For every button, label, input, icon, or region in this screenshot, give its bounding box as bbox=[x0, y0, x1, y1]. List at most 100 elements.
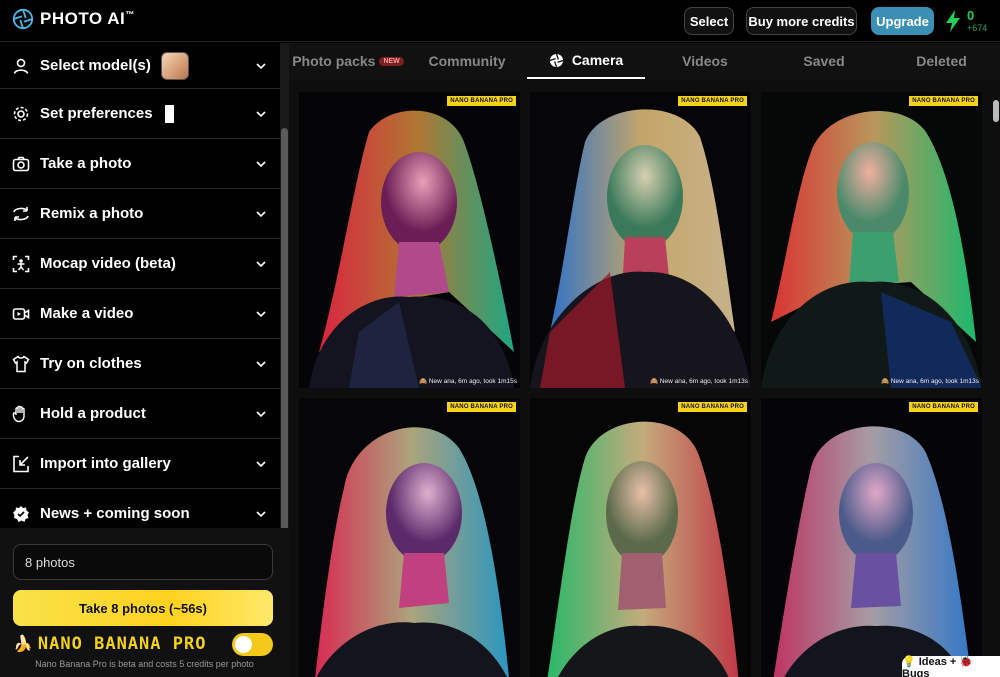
sidebar-item-try-clothes[interactable]: Try on clothes bbox=[0, 339, 280, 389]
shirt-icon bbox=[12, 354, 30, 373]
photo-caption: 🙈 New ana, 6m ago, took 1m13s bbox=[649, 378, 748, 385]
app-name: PHOTO AI™ bbox=[40, 9, 135, 28]
tab-label: Saved bbox=[803, 53, 845, 69]
sidebar-item-make-video[interactable]: Make a video bbox=[0, 289, 280, 339]
sidebar-item-label: Set preferences bbox=[40, 105, 153, 122]
text-cursor bbox=[164, 104, 174, 123]
sidebar-item-label: Select model(s) bbox=[40, 57, 151, 74]
tab-label: Videos bbox=[682, 53, 728, 69]
chevron-down-icon[interactable] bbox=[256, 209, 266, 219]
badge-icon bbox=[12, 505, 30, 523]
tab-saved[interactable]: Saved bbox=[765, 43, 883, 79]
portrait-image bbox=[299, 398, 520, 677]
sidebar-item-label: Hold a product bbox=[40, 405, 146, 422]
chevron-down-icon[interactable] bbox=[256, 61, 266, 71]
model-badge: NANO BANANA PRO bbox=[447, 96, 516, 106]
model-name: NANO BANANA PRO bbox=[37, 634, 207, 654]
portrait-image bbox=[530, 398, 751, 677]
buy-credits-button[interactable]: Buy more credits bbox=[746, 7, 857, 35]
photo-card[interactable]: NANO BANANA PRO bbox=[530, 398, 751, 677]
aperture-logo-icon bbox=[12, 8, 34, 30]
model-toggle[interactable] bbox=[232, 633, 273, 656]
sidebar-item-import-gallery[interactable]: Import into gallery bbox=[0, 439, 280, 489]
model-badge: NANO BANANA PRO bbox=[909, 96, 978, 106]
sidebar-item-label: Import into gallery bbox=[40, 455, 171, 472]
user-icon bbox=[12, 57, 30, 75]
sidebar-item-mocap-video[interactable]: Mocap video (beta) bbox=[0, 239, 280, 289]
tab-camera[interactable]: Camera bbox=[527, 43, 645, 79]
new-badge: NEW bbox=[379, 56, 404, 66]
photo-card[interactable]: NANO BANANA PRO 🙈 New ana, 6m ago, took … bbox=[299, 92, 520, 388]
select-button[interactable]: Select bbox=[684, 7, 734, 35]
tab-photo-packs[interactable]: Photo packs NEW bbox=[289, 43, 407, 79]
sidebar-item-remix-photo[interactable]: Remix a photo bbox=[0, 189, 280, 239]
sidebar-item-label: Make a video bbox=[40, 305, 134, 322]
credits-count: 0 bbox=[967, 8, 975, 23]
sidebar-item-set-preferences[interactable]: Set preferences bbox=[0, 89, 280, 139]
photo-count-select[interactable]: 8 photos bbox=[13, 544, 273, 580]
app-logo[interactable]: PHOTO AI™ bbox=[12, 8, 135, 30]
take-photo-panel: 8 photos Take 8 photos (~56s) 🍌 NANO BAN… bbox=[0, 528, 289, 677]
photo-card[interactable]: NANO BANANA PRO 🙈 New ana, 6m ago, took … bbox=[761, 92, 982, 388]
sidebar-item-news[interactable]: News + coming soon bbox=[0, 489, 280, 528]
portrait-image bbox=[530, 92, 751, 388]
portrait-image bbox=[761, 92, 982, 388]
photo-card[interactable]: NANO BANANA PRO 🙈 New ana, 6m ago, took … bbox=[530, 92, 751, 388]
photo-grid: NANO BANANA PRO 🙈 New ana, 6m ago, took … bbox=[299, 92, 984, 677]
sidebar-item-take-photo[interactable]: Take a photo bbox=[0, 139, 280, 189]
chevron-down-icon[interactable] bbox=[256, 159, 266, 169]
model-badge: NANO BANANA PRO bbox=[678, 96, 747, 106]
credits-delta: +674 bbox=[967, 23, 988, 33]
aperture-icon bbox=[549, 53, 564, 67]
tab-label: Deleted bbox=[916, 53, 967, 69]
sidebar-item-label: Take a photo bbox=[40, 155, 132, 172]
sidebar-scroll-thumb[interactable] bbox=[281, 128, 288, 573]
photo-caption: 🙈 New ana, 6m ago, took 1m13s bbox=[880, 378, 979, 385]
camera-icon bbox=[12, 155, 30, 173]
model-badge: NANO BANANA PRO bbox=[909, 402, 978, 412]
tab-deleted[interactable]: Deleted bbox=[883, 43, 1000, 79]
model-row: 🍌 NANO BANANA PRO bbox=[13, 634, 206, 654]
top-bar: PHOTO AI™ Select Buy more credits Upgrad… bbox=[0, 0, 1000, 42]
sidebar-item-hold-product[interactable]: Hold a product bbox=[0, 389, 280, 439]
import-icon bbox=[12, 455, 30, 473]
chevron-down-icon[interactable] bbox=[256, 259, 266, 269]
sidebar-item-select-models[interactable]: Select model(s) bbox=[0, 43, 280, 89]
portrait-image bbox=[299, 92, 520, 388]
sidebar-item-label: Remix a photo bbox=[40, 205, 144, 222]
model-avatar[interactable] bbox=[160, 51, 189, 80]
gear-icon bbox=[12, 105, 30, 123]
chevron-down-icon[interactable] bbox=[256, 459, 266, 469]
model-badge: NANO BANANA PRO bbox=[447, 402, 516, 412]
model-note: Nano Banana Pro is beta and costs 5 cred… bbox=[35, 659, 254, 669]
hand-icon bbox=[12, 405, 30, 423]
lightning-icon bbox=[946, 10, 960, 32]
banana-icon: 🍌 bbox=[13, 636, 33, 653]
chevron-down-icon[interactable] bbox=[256, 359, 266, 369]
mocap-icon bbox=[12, 255, 30, 273]
chevron-down-icon[interactable] bbox=[256, 509, 266, 519]
feedback-button[interactable]: 💡 Ideas + 🐞 Bugs bbox=[902, 656, 1000, 677]
sidebar: Select model(s) Set preferences Take a p… bbox=[0, 43, 280, 528]
tab-label: Photo packs bbox=[292, 53, 376, 69]
main-scrollbar-thumb[interactable] bbox=[993, 100, 999, 122]
photo-card[interactable]: NANO BANANA PRO bbox=[761, 398, 982, 677]
chevron-down-icon[interactable] bbox=[256, 309, 266, 319]
sidebar-item-label: Try on clothes bbox=[40, 355, 142, 372]
sidebar-item-label: News + coming soon bbox=[40, 505, 190, 522]
take-photos-button[interactable]: Take 8 photos (~56s) bbox=[13, 590, 273, 626]
tab-community[interactable]: Community bbox=[407, 43, 527, 79]
tab-bar: Photo packs NEW Community Camera Videos … bbox=[289, 43, 1000, 79]
upgrade-button[interactable]: Upgrade bbox=[871, 7, 934, 35]
tab-videos[interactable]: Videos bbox=[645, 43, 765, 79]
photo-card[interactable]: NANO BANANA PRO bbox=[299, 398, 520, 677]
photo-caption: 🙈 New ana, 6m ago, took 1m15s bbox=[418, 378, 517, 385]
tab-label: Community bbox=[428, 53, 506, 69]
remix-icon bbox=[12, 205, 30, 223]
chevron-down-icon[interactable] bbox=[256, 409, 266, 419]
portrait-image bbox=[761, 398, 982, 677]
tab-label: Camera bbox=[571, 52, 624, 68]
video-icon bbox=[12, 305, 30, 323]
main-area: Photo packs NEW Community Camera Videos … bbox=[289, 43, 1000, 677]
chevron-down-icon[interactable] bbox=[256, 109, 266, 119]
